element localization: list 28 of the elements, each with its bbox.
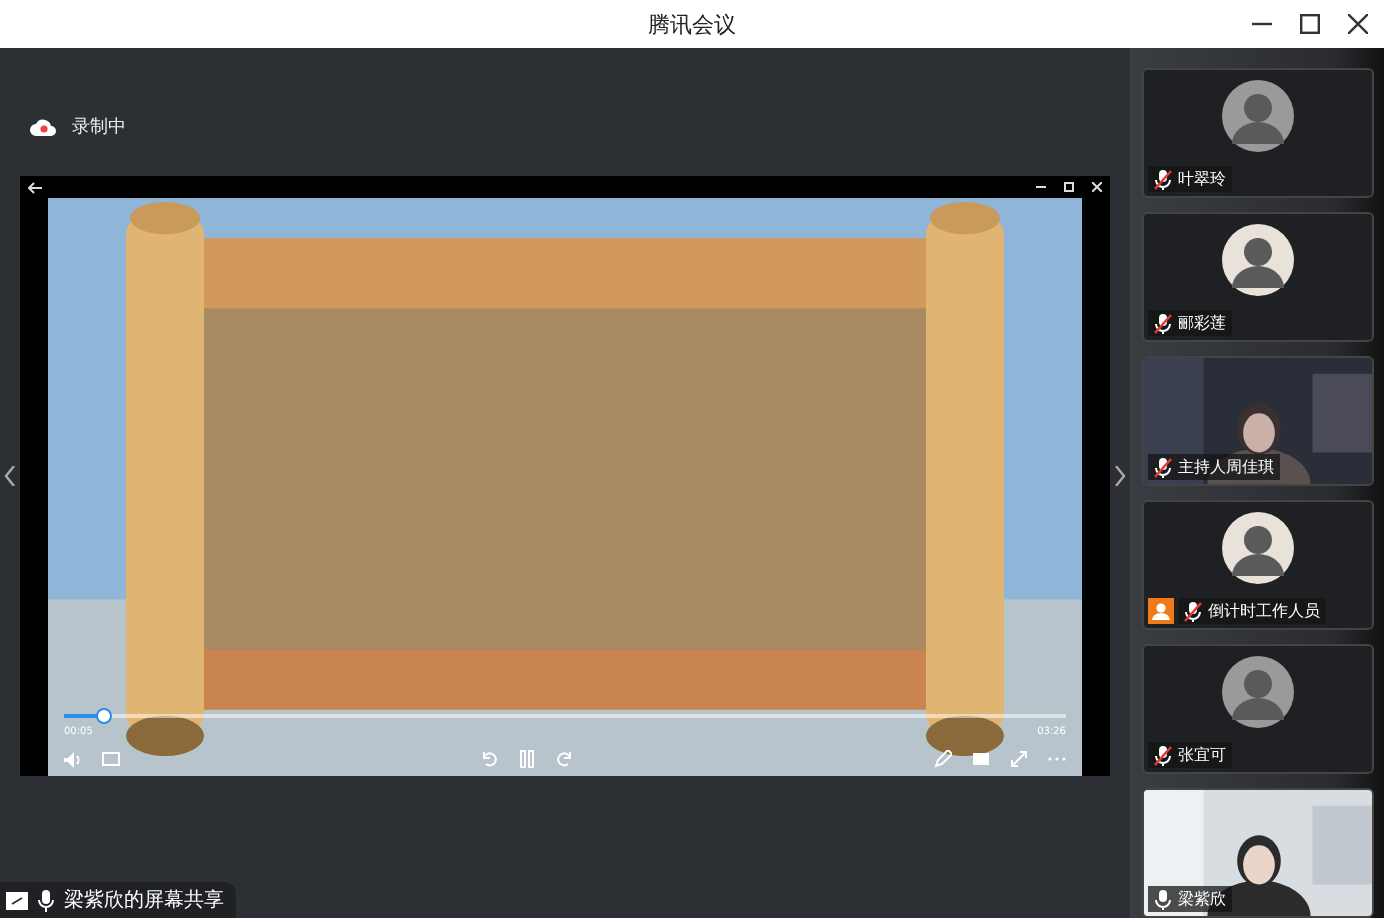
participant-name: 梁紫欣 <box>1178 888 1226 910</box>
cloud-icon <box>30 117 56 135</box>
avatar-icon <box>1222 80 1294 152</box>
avatar-icon <box>1222 656 1294 728</box>
participant-name: 主持人周佳琪 <box>1178 456 1274 478</box>
close-icon[interactable] <box>1348 14 1368 34</box>
microphone-icon <box>38 889 54 911</box>
back-arrow-icon[interactable] <box>28 181 42 193</box>
participant-name: 张宜可 <box>1178 744 1226 766</box>
screen-share-icon <box>6 891 28 909</box>
window-title: 腾讯会议 <box>648 9 736 39</box>
participant-tile[interactable]: 倒计时工作人员 <box>1142 500 1374 630</box>
recording-label: 录制中 <box>72 115 126 139</box>
participant-name: 叶翠玲 <box>1178 168 1226 190</box>
participant-name: 倒计时工作人员 <box>1208 600 1320 622</box>
participant-tile[interactable]: 梁紫欣 <box>1142 788 1374 918</box>
avatar-icon <box>1222 224 1294 296</box>
participant-name: 郦彩莲 <box>1178 312 1226 334</box>
participant-tile[interactable]: 主持人周佳琪 <box>1142 356 1374 486</box>
pencil-icon[interactable] <box>934 750 952 768</box>
participant-tile[interactable]: 张宜可 <box>1142 644 1374 774</box>
restore-icon[interactable] <box>1064 182 1074 192</box>
minimize-icon[interactable] <box>1036 182 1046 192</box>
participant-tile[interactable]: 叶翠玲 <box>1142 68 1374 198</box>
maximize-icon[interactable] <box>1300 14 1320 34</box>
share-label: 梁紫欣的屏幕共享 <box>64 887 224 914</box>
participant-tile[interactable]: 郦彩莲 <box>1142 212 1374 342</box>
avatar-icon <box>1222 512 1294 584</box>
